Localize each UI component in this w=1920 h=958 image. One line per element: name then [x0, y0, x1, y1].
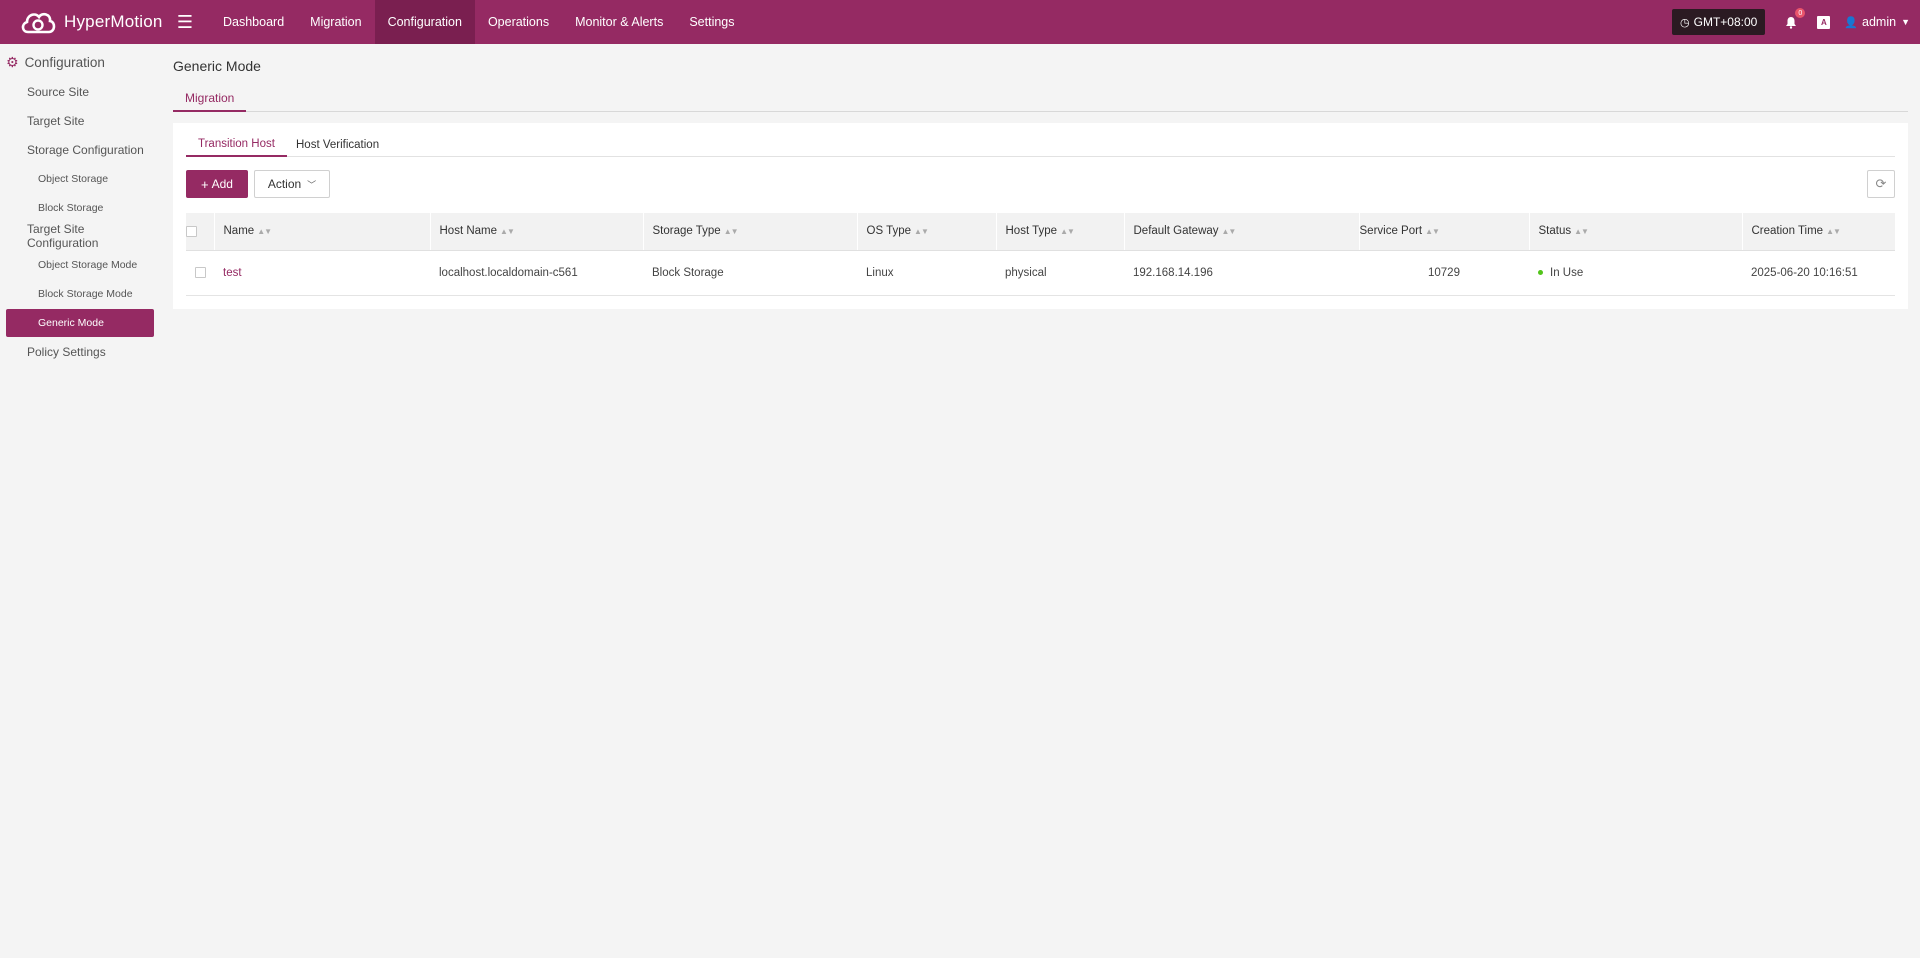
user-name: admin: [1862, 15, 1897, 29]
sidebar-item-object-storage[interactable]: Object Storage: [6, 165, 154, 193]
refresh-icon: ⟳: [1875, 176, 1887, 191]
config-gear-icon: ⚙: [6, 54, 19, 70]
col-host-type[interactable]: Host Type ▲▼: [996, 213, 1125, 251]
col-host-name[interactable]: Host Name ▲▼: [430, 213, 644, 251]
sort-icon: ▲▼: [1574, 227, 1589, 237]
tab-host-verification[interactable]: Host Verification: [284, 133, 391, 157]
col-default-gateway[interactable]: Default Gateway ▲▼: [1124, 213, 1360, 251]
notification-badge: 0: [1795, 8, 1806, 18]
sort-icon: ▲▼: [1425, 227, 1440, 237]
cell-default-gateway: 192.168.14.196: [1124, 250, 1359, 296]
select-all-checkbox[interactable]: [186, 225, 197, 237]
sidebar-item-block-storage-mode[interactable]: Block Storage Mode: [6, 280, 154, 308]
tab-migration[interactable]: Migration: [173, 86, 247, 112]
row-checkbox[interactable]: [194, 266, 206, 278]
nav-configuration[interactable]: Configuration: [374, 0, 475, 44]
col-host-type-label: Host Type: [1005, 225, 1058, 238]
tab-transition-host[interactable]: Transition Host: [186, 133, 287, 157]
col-host-name-label: Host Name: [439, 225, 498, 238]
menu-toggle-icon[interactable]: ☰: [174, 0, 196, 44]
status-dot-icon: [1538, 269, 1543, 275]
status-badge: In Use: [1550, 266, 1584, 279]
bell-icon: [1786, 16, 1797, 29]
action-dropdown[interactable]: Action ﹀: [254, 170, 330, 198]
col-creation-time[interactable]: Creation Time ▲▼: [1742, 213, 1895, 251]
app-name: HyperMotion: [64, 12, 163, 31]
sidebar-title: ⚙ Configuration: [6, 54, 105, 71]
nav-operations[interactable]: Operations: [475, 0, 562, 44]
outer-tabs: Migration: [173, 86, 1908, 112]
sidebar-title-label: Configuration: [24, 55, 105, 70]
sidebar-item-target-site-configuration[interactable]: Target Site Configuration: [6, 222, 154, 250]
sidebar-item-block-storage[interactable]: Block Storage: [6, 194, 154, 222]
col-creation-time-label: Creation Time: [1751, 225, 1824, 238]
sort-icon: ▲▼: [257, 227, 272, 237]
sort-icon: ▲▼: [500, 227, 515, 237]
top-navbar: HyperMotion ☰ Dashboard Migration Config…: [0, 0, 1920, 44]
col-name[interactable]: Name ▲▼: [214, 213, 431, 251]
transition-host-table: Name ▲▼ Host Name ▲▼ Storage Type ▲▼ OS Typ…: [186, 213, 1895, 296]
sidebar-item-target-site[interactable]: Target Site: [6, 107, 154, 135]
col-status[interactable]: Status ▲▼: [1529, 213, 1743, 251]
table-header-row: Name ▲▼ Host Name ▲▼ Storage Type ▲▼ OS Typ…: [186, 213, 1895, 251]
caret-down-icon: ▼: [1901, 17, 1910, 27]
sidebar-item-object-storage-mode[interactable]: Object Storage Mode: [6, 251, 154, 279]
content-card: Transition Host Host Verification + Add …: [173, 123, 1908, 309]
chevron-down-icon: ﹀: [307, 179, 317, 190]
cell-service-port: 10729: [1359, 250, 1529, 296]
col-service-port[interactable]: Service Port ▲▼: [1359, 213, 1530, 251]
cell-os-type: Linux: [857, 250, 996, 296]
row-select-cell: [186, 250, 214, 296]
sort-icon: ▲▼: [1826, 227, 1841, 237]
sort-icon: ▲▼: [1221, 227, 1237, 237]
sidebar-item-policy-settings[interactable]: Policy Settings: [6, 338, 154, 366]
user-icon: 👤: [1844, 16, 1859, 29]
plus-icon: +: [201, 176, 209, 192]
select-all-cell: [186, 213, 215, 251]
user-menu[interactable]: 👤 admin ▼: [1844, 15, 1910, 29]
sidebar-item-source-site[interactable]: Source Site: [6, 78, 154, 106]
sort-icon: ▲▼: [723, 227, 739, 237]
cloud-logo-icon: [21, 12, 56, 34]
col-service-port-label: Service Port: [1359, 225, 1423, 238]
sidebar-item-generic-mode[interactable]: Generic Mode: [6, 309, 154, 337]
main-nav: Dashboard Migration Configuration Operat…: [210, 0, 748, 44]
inner-tabs: Transition Host Host Verification: [186, 133, 1895, 157]
sort-icon: ▲▼: [1060, 227, 1075, 237]
refresh-button[interactable]: ⟳: [1867, 170, 1895, 198]
sort-icon: ▲▼: [914, 227, 929, 237]
col-default-gateway-label: Default Gateway: [1133, 225, 1219, 238]
col-os-type-label: OS Type: [866, 225, 912, 238]
sidebar-item-storage-configuration[interactable]: Storage Configuration: [6, 136, 154, 164]
col-storage-type-label: Storage Type: [652, 225, 721, 238]
add-button[interactable]: + Add: [186, 170, 248, 198]
sidebar: ⚙ Configuration Source Site Target Site …: [0, 44, 160, 958]
cell-status: In Use: [1529, 250, 1742, 296]
col-name-label: Name: [223, 225, 255, 238]
action-dropdown-label: Action: [267, 177, 302, 191]
cell-host-name: localhost.localdomain-c561: [430, 250, 643, 296]
language-icon[interactable]: A: [1817, 15, 1831, 29]
host-name-link[interactable]: test: [223, 267, 242, 279]
notification-button[interactable]: 0: [1783, 8, 1806, 31]
app-logo[interactable]: HyperMotion: [0, 0, 170, 44]
cell-creation-time: 2025-06-20 10:16:51: [1742, 250, 1895, 296]
col-status-label: Status: [1538, 225, 1572, 238]
cell-storage-type: Block Storage: [643, 250, 857, 296]
timezone-button[interactable]: ◷ GMT+08:00: [1672, 9, 1766, 35]
nav-dashboard[interactable]: Dashboard: [210, 0, 297, 44]
col-storage-type[interactable]: Storage Type ▲▼: [643, 213, 858, 251]
table-row: test localhost.localdomain-c561 Block St…: [186, 250, 1895, 296]
add-button-label: Add: [211, 177, 233, 191]
nav-migration[interactable]: Migration: [297, 0, 374, 44]
cell-host-type: physical: [996, 250, 1124, 296]
nav-settings[interactable]: Settings: [676, 0, 747, 44]
page-title: Generic Mode: [173, 58, 261, 74]
cell-name: test: [214, 250, 430, 296]
timezone-label: GMT+08:00: [1693, 15, 1758, 29]
col-os-type[interactable]: OS Type ▲▼: [857, 213, 997, 251]
clock-icon: ◷: [1680, 16, 1690, 29]
nav-monitor-alerts[interactable]: Monitor & Alerts: [562, 0, 676, 44]
